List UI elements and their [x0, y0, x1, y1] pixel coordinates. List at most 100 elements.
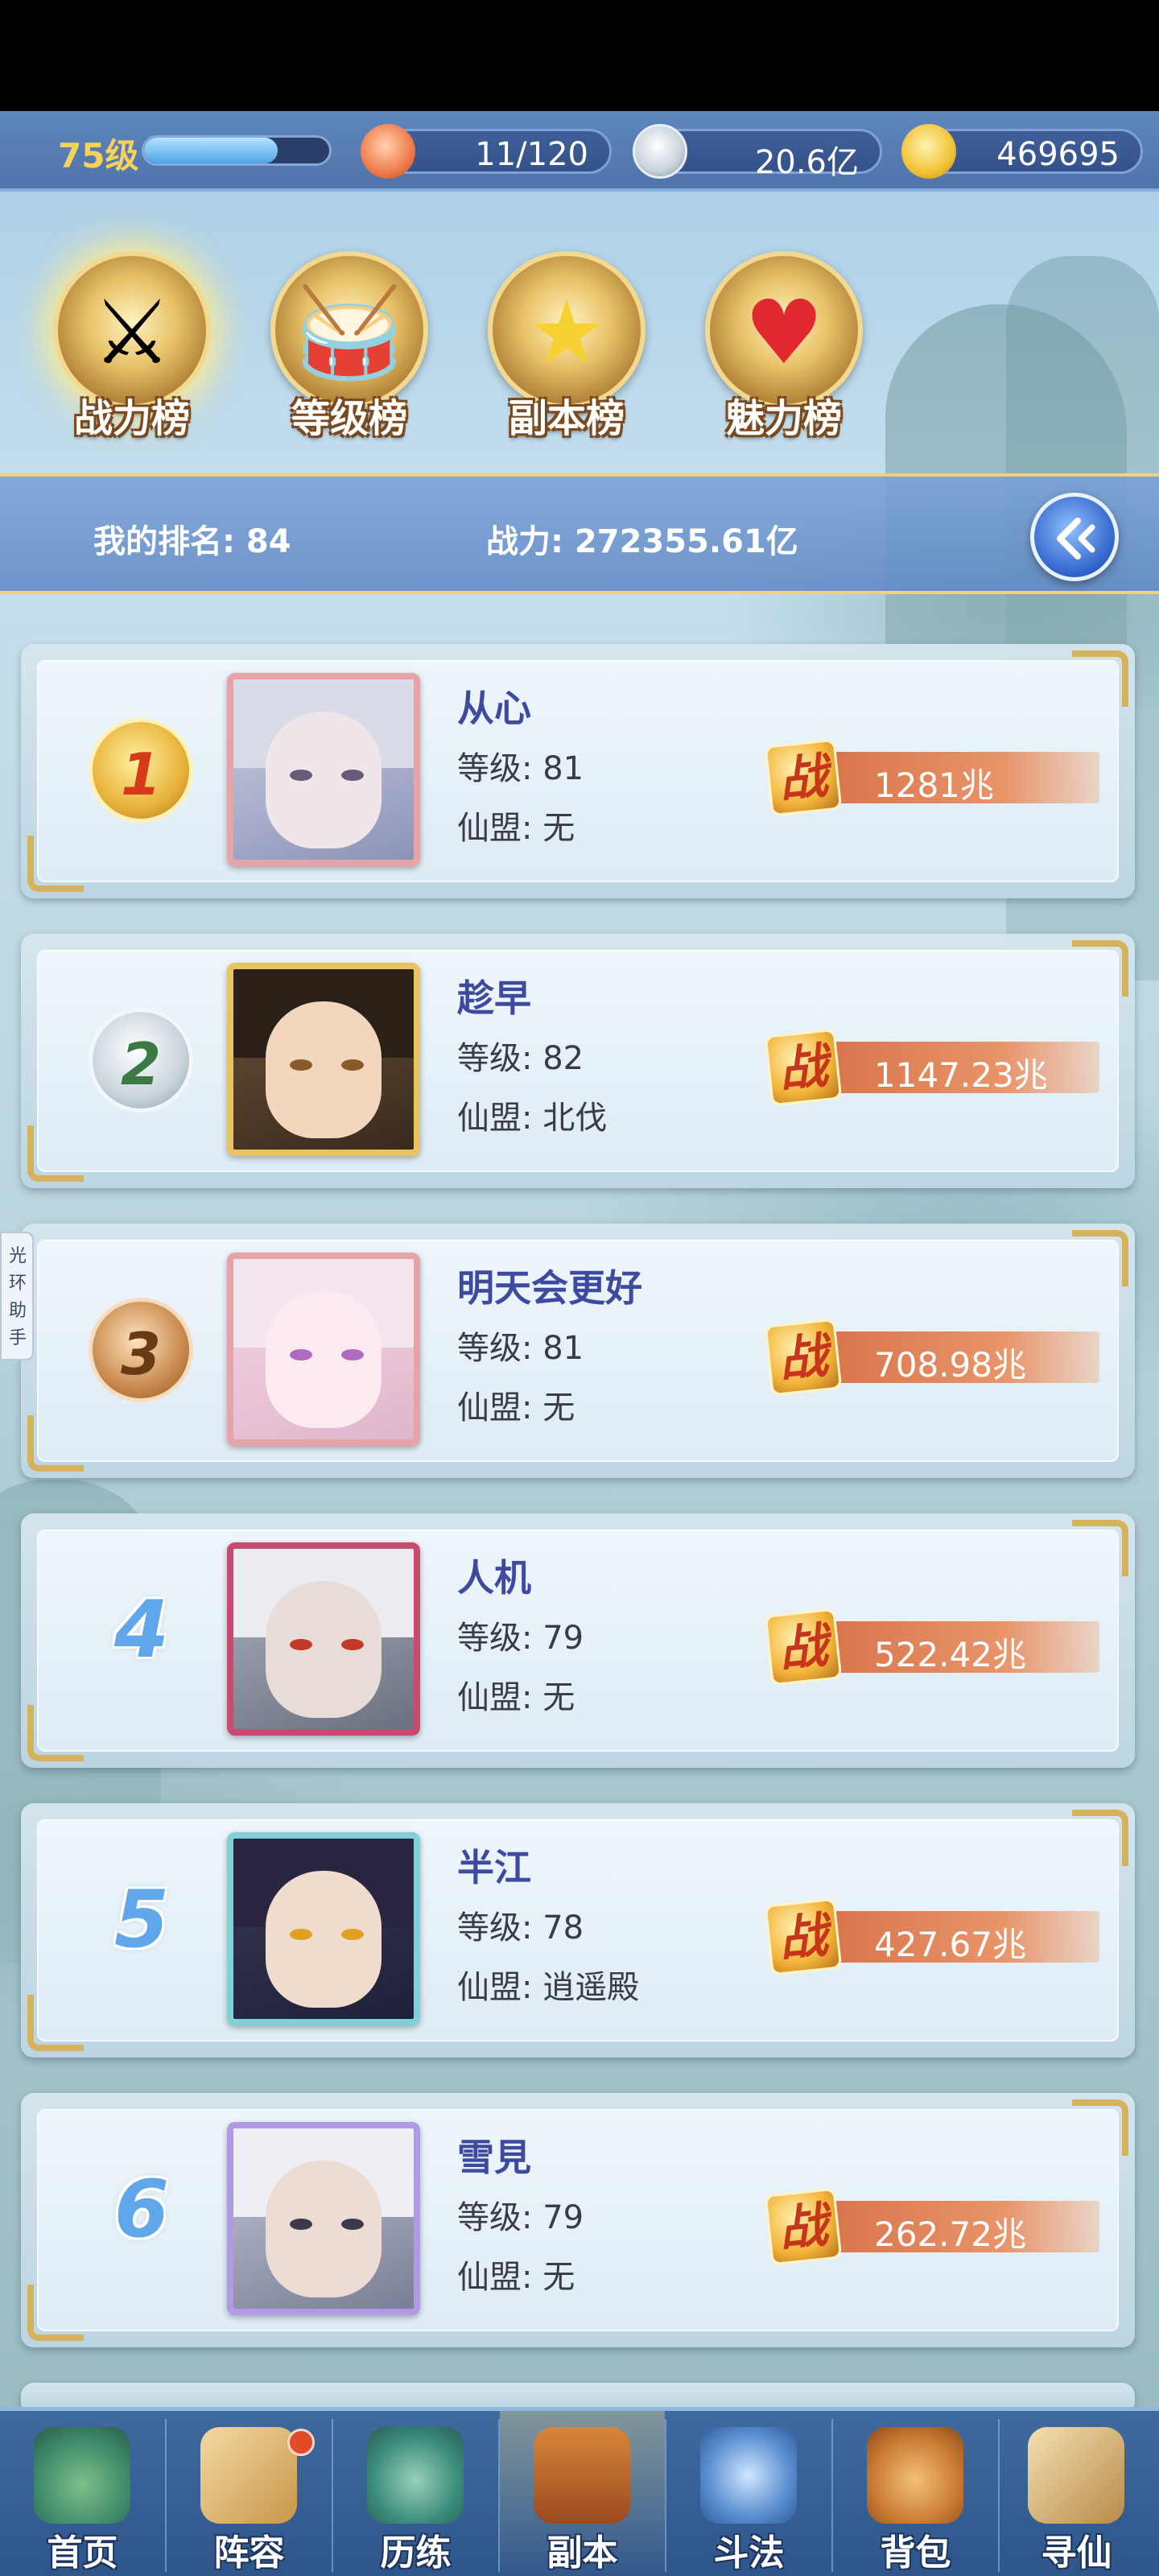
player-guild: 仙盟: 无: [457, 2259, 575, 2296]
avatar-face: [266, 1871, 382, 2008]
corner-ornament: [27, 1125, 84, 1182]
player-power: 1147.23兆: [874, 1055, 1048, 1095]
player-level: 等级: 78: [457, 1909, 584, 1946]
nav-training[interactable]: 历练: [333, 2411, 498, 2576]
gate-icon: [534, 2427, 630, 2524]
corner-ornament: [27, 1705, 84, 1761]
rank-medal-icon: 2: [89, 1008, 193, 1113]
nav-label: 寻仙: [1041, 2533, 1112, 2574]
star-icon: ★: [526, 281, 607, 384]
player-level: 等级: 79: [457, 2199, 584, 2236]
rank-number: 1: [120, 741, 162, 808]
avatar-eye: [341, 2219, 364, 2230]
assistant-label: 光环助手: [8, 1246, 27, 1348]
tab-power[interactable]: ⚔ 战力榜: [35, 243, 229, 444]
player-power: 427.67兆: [874, 1925, 1026, 1964]
my-power-text: 战力: 272355.61亿: [486, 523, 798, 560]
player-level: 75级: [58, 136, 139, 175]
nav-bag[interactable]: 背包: [833, 2411, 998, 2576]
notification-dot: [287, 2429, 315, 2456]
player-power: 708.98兆: [874, 1345, 1026, 1385]
nav-home[interactable]: 首页: [0, 2411, 165, 2576]
scroll-icon: [1028, 2427, 1124, 2524]
avatar-face: [266, 1291, 382, 1428]
nav-label: 副本: [547, 2533, 618, 2574]
tab-label: 魅力榜: [725, 396, 842, 441]
avatar-eye: [290, 1639, 312, 1650]
avatar-eye: [290, 2219, 312, 2230]
my-rank-text: 我的排名: 84: [93, 523, 291, 560]
rank-number: 5: [113, 1874, 170, 1966]
nav-seek[interactable]: 寻仙: [994, 2411, 1159, 2576]
power-badge-icon: 战: [764, 1028, 843, 1107]
player-name: 从心: [457, 687, 531, 730]
player-guild: 仙盟: 无: [457, 1679, 575, 1716]
resource-bar: 75级 11/120 20.6亿 469695: [0, 111, 1159, 192]
power-badge-icon: 战: [764, 1897, 843, 1976]
player-name: 雪見: [457, 2136, 531, 2179]
player-name: 半江: [457, 1846, 531, 1889]
corner-ornament: [27, 836, 84, 892]
player-guild: 仙盟: 逍遥殿: [457, 1969, 640, 2006]
player-avatar[interactable]: [227, 673, 420, 866]
avatar-eye: [341, 1639, 364, 1650]
nav-dungeon[interactable]: 副本: [500, 2411, 665, 2576]
tab-charm[interactable]: ♥ 魅力榜: [687, 243, 881, 444]
corner-ornament: [1072, 650, 1128, 707]
ranking-row[interactable]: 6 雪見 等级: 79 仙盟: 无 战 262.72兆: [21, 2093, 1135, 2347]
leaderboard-tabs: ⚔ 战力榜 🥁 等级榜 ★ 副本榜 ♥ 魅力榜: [0, 195, 1159, 452]
corner-ornament: [27, 2285, 84, 2341]
nav-lineup[interactable]: 阵容: [167, 2411, 332, 2576]
tab-label: 副本榜: [508, 396, 625, 441]
nav-duel[interactable]: 斗法: [666, 2411, 831, 2576]
stamina-value: 11/120: [475, 136, 588, 173]
player-guild: 仙盟: 无: [457, 1389, 575, 1426]
player-level: 等级: 82: [457, 1040, 584, 1077]
corner-ornament: [1072, 2099, 1128, 2156]
my-rank-bar: 我的排名: 84 战力: 272355.61亿: [0, 473, 1159, 594]
rank-number: 6: [113, 2164, 170, 2256]
sword-icon: ⚔: [92, 281, 172, 384]
corner-ornament: [1072, 1230, 1128, 1286]
player-avatar[interactable]: [227, 1253, 420, 1446]
rank-medal-icon: 3: [89, 1298, 193, 1402]
back-arrow-icon: [1057, 518, 1095, 559]
player-power: 522.42兆: [874, 1635, 1026, 1674]
ranking-row[interactable]: 5 半江 等级: 78 仙盟: 逍遥殿 战 427.67兆: [21, 1803, 1135, 2058]
home-mountain-icon: [34, 2427, 130, 2524]
coin-icon: [633, 124, 687, 179]
player-avatar[interactable]: [227, 2122, 420, 2315]
ranking-row[interactable]: 1 从心 等级: 81 仙盟: 无 战 1281兆: [21, 644, 1135, 898]
player-avatar[interactable]: [227, 1832, 420, 2025]
silver-value: 20.6亿: [754, 144, 859, 181]
back-button[interactable]: [1030, 493, 1119, 581]
cards-icon: [200, 2427, 297, 2524]
bag-icon: [867, 2427, 963, 2524]
nav-label: 历练: [380, 2533, 452, 2574]
corner-ornament: [27, 1415, 84, 1472]
peach-icon: [361, 124, 415, 179]
avatar-face: [266, 712, 382, 848]
player-name: 明天会更好: [457, 1266, 642, 1310]
ranking-row[interactable]: 2 趁早 等级: 82 仙盟: 北伐 战 1147.23兆: [21, 934, 1135, 1188]
player-avatar[interactable]: [227, 1542, 420, 1736]
avatar-eye: [341, 1929, 364, 1940]
assistant-side-tab[interactable]: 光环助手: [0, 1232, 34, 1360]
crossed-swords-icon: [700, 2427, 797, 2524]
heart-icon: ♥: [744, 281, 824, 384]
rank-number: 3: [120, 1320, 162, 1388]
power-badge-icon: 战: [764, 1608, 843, 1686]
ranking-row[interactable]: 4 人机 等级: 79 仙盟: 无 战 522.42兆: [21, 1513, 1135, 1768]
tab-level[interactable]: 🥁 等级榜: [253, 243, 446, 444]
gold-value: 469695: [996, 136, 1120, 173]
player-name: 人机: [457, 1556, 531, 1600]
nav-label: 背包: [880, 2533, 951, 2574]
avatar-eye: [341, 1059, 364, 1071]
tab-dungeon[interactable]: ★ 副本榜: [470, 243, 663, 444]
nav-label: 斗法: [713, 2533, 785, 2574]
player-avatar[interactable]: [227, 963, 420, 1156]
player-power: 1281兆: [874, 766, 994, 805]
ranking-row[interactable]: 3 明天会更好 等级: 81 仙盟: 无 战 708.98兆: [21, 1224, 1135, 1478]
player-name: 趁早: [457, 976, 531, 1020]
avatar-face: [266, 1001, 382, 1138]
